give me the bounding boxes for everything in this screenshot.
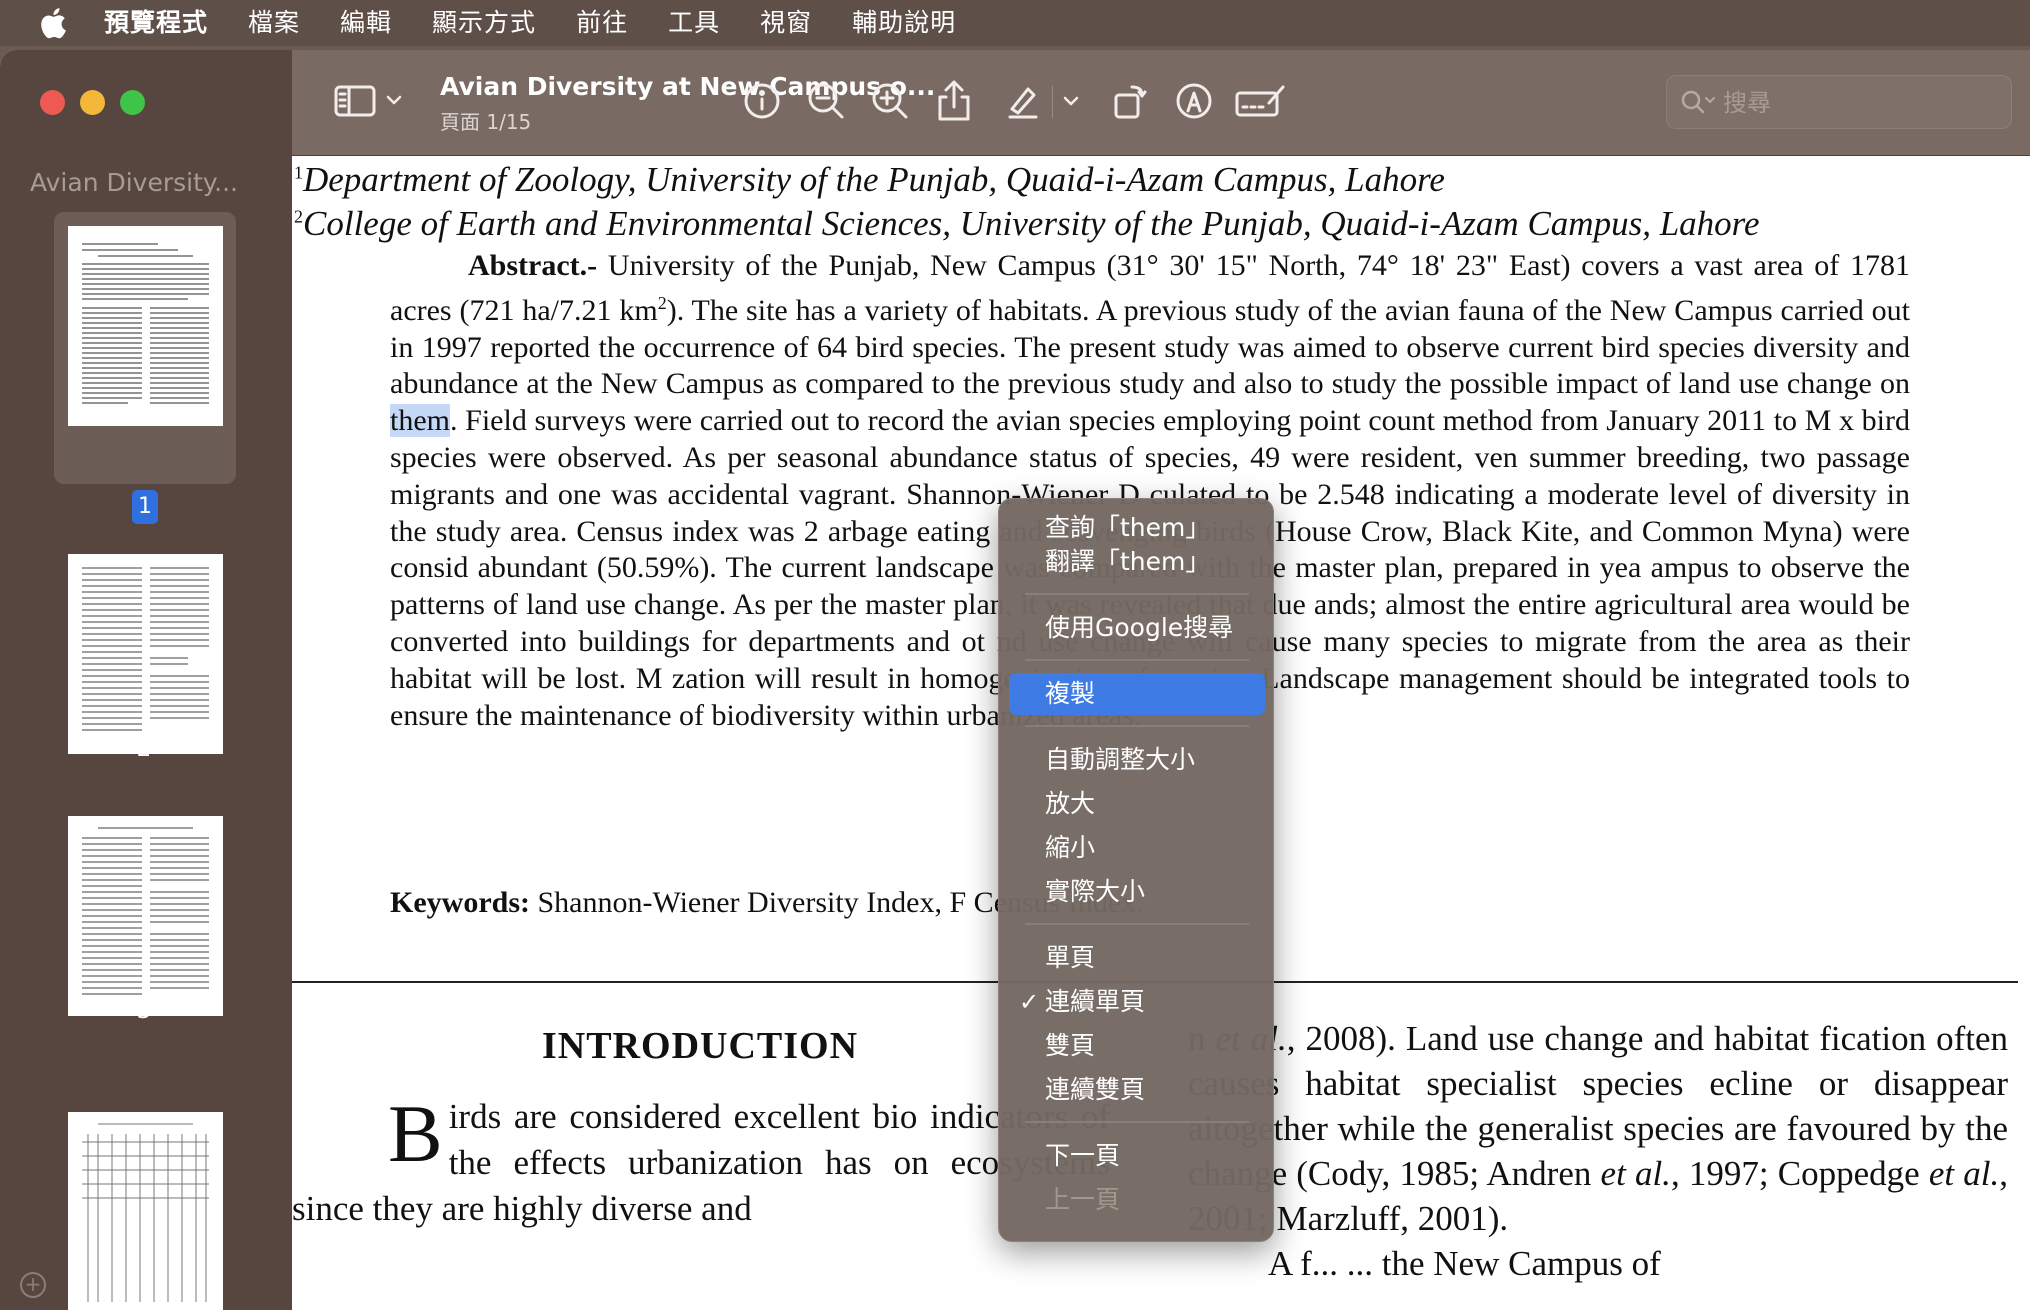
affiliation-text: College of Earth and Environmental Scien… <box>303 204 1760 243</box>
zoom-in-button[interactable] <box>868 78 912 124</box>
menu-separator <box>1025 659 1249 661</box>
page-number-label: 3 <box>136 998 152 1024</box>
thumbnail-sidebar: Avian Diversity... 1 2 3 + <box>0 50 292 1310</box>
right-column-text: n et al., 2008). Land use change and hab… <box>1188 1016 2008 1286</box>
menu-window[interactable]: 視窗 <box>760 0 812 46</box>
markup-menu-button[interactable] <box>1058 78 1084 124</box>
menu-item-zoom-in[interactable]: 放大 <box>1009 783 1265 825</box>
menu-separator <box>1025 725 1249 727</box>
markup-highlight-button[interactable] <box>1000 78 1044 124</box>
document-title: Avian Diversity at New Campus o... <box>440 72 936 101</box>
menu-separator <box>1025 1121 1249 1123</box>
page-thumbnail-image <box>68 1112 223 1310</box>
page-indicator: 頁面 1/15 <box>440 110 532 134</box>
info-icon <box>744 83 780 119</box>
window-minimize-button[interactable] <box>80 90 105 115</box>
page-number-label: 2 <box>136 736 152 762</box>
form-fill-button[interactable] <box>1232 78 1288 124</box>
menu-item-single-page[interactable]: 單頁 <box>1009 937 1265 979</box>
context-menu: 查詢「them」 翻譯「them」 使用Google搜尋 複製 自動調整大小 放… <box>998 498 1274 1242</box>
body-text: , 1997; Coppedge <box>1670 1154 1929 1193</box>
affiliation-mark: 2 <box>294 206 303 227</box>
toolbar-divider <box>1052 86 1053 118</box>
menu-item-previous-page: 上一頁 <box>1045 1185 1121 1214</box>
page-thumbnail-image <box>68 226 223 426</box>
rotate-button[interactable] <box>1108 78 1152 124</box>
menu-item-next-page[interactable]: 下一頁 <box>1009 1135 1265 1177</box>
introduction-heading: INTRODUCTION <box>542 1025 859 1067</box>
menu-view[interactable]: 顯示方式 <box>432 0 536 46</box>
menu-item-label: 連續單頁 <box>1045 987 1146 1016</box>
preview-window: Avian Diversity... 1 2 3 + Avian Diversi… <box>0 50 2030 1310</box>
menu-item-single-page-continuous[interactable]: ✓ 連續單頁 <box>1009 981 1265 1023</box>
zoom-out-icon <box>808 83 844 119</box>
menu-item-auto-size[interactable]: 自動調整大小 <box>1009 739 1265 781</box>
menu-tools[interactable]: 工具 <box>668 0 720 46</box>
toolbar: Avian Diversity at New Campus o... 頁面 1/… <box>292 50 2030 156</box>
sidebar-toggle-button[interactable] <box>332 78 408 124</box>
menu-item-zoom-out[interactable]: 縮小 <box>1009 827 1265 869</box>
citation-etal: et al. <box>1928 1154 2000 1193</box>
form-fill-icon <box>1235 85 1285 117</box>
citation-etal: et al. <box>1600 1154 1671 1193</box>
affiliation-2: 2College of Earth and Environmental Scie… <box>294 204 1760 244</box>
zoom-in-icon <box>872 83 908 119</box>
keywords-label: Keywords: <box>390 886 530 919</box>
info-button[interactable] <box>740 78 784 124</box>
sidebar-icon <box>334 85 402 117</box>
add-page-button[interactable]: + <box>20 1272 46 1298</box>
affiliation-text: Department of Zoology, University of the… <box>303 160 1445 199</box>
menu-item-actual-size[interactable]: 實際大小 <box>1009 871 1265 913</box>
affiliation-mark: 1 <box>294 162 303 183</box>
menu-item-two-pages-continuous[interactable]: 連續雙頁 <box>1009 1069 1265 1111</box>
affiliation-1: 1Department of Zoology, University of th… <box>294 160 1445 200</box>
menu-separator <box>1025 923 1249 925</box>
share-button[interactable] <box>932 78 976 124</box>
page-thumbnail-1[interactable] <box>54 212 236 484</box>
menu-item-search-google[interactable]: 使用Google搜尋 <box>1009 607 1265 649</box>
page-thumbnail-image <box>68 816 223 1016</box>
page-thumbnail-4[interactable] <box>54 1112 236 1310</box>
highlighter-icon <box>1008 87 1038 119</box>
share-icon <box>938 80 970 121</box>
window-zoom-button[interactable] <box>120 90 145 115</box>
search-icon <box>1681 90 1715 114</box>
menu-bar: 預覽程式 檔案 編輯 顯示方式 前往 工具 視窗 輔助說明 <box>0 0 2030 46</box>
window-close-button[interactable] <box>40 90 65 115</box>
menu-item-translate[interactable]: 翻譯「them」 <box>1009 541 1265 583</box>
markup-pen-icon <box>1176 83 1212 119</box>
body-text: A f... ... the New Campus of <box>1268 1244 1661 1283</box>
drop-cap: B <box>388 1088 443 1179</box>
zoom-out-button[interactable] <box>804 78 848 124</box>
menu-go[interactable]: 前往 <box>576 0 628 46</box>
menu-help[interactable]: 輔助說明 <box>852 0 956 46</box>
menu-file[interactable]: 檔案 <box>248 0 300 46</box>
menu-edit[interactable]: 編輯 <box>340 0 392 46</box>
menu-app-name[interactable]: 預覽程式 <box>104 0 208 46</box>
menu-item-copy[interactable]: 複製 <box>1009 673 1265 715</box>
page-thumbnail-image <box>68 554 223 754</box>
search-field[interactable] <box>1666 75 2012 129</box>
page-number-badge: 1 <box>132 490 158 524</box>
rotate-icon <box>1114 85 1147 119</box>
checkmark-icon: ✓ <box>1019 988 1040 1016</box>
chevron-down-icon <box>1063 96 1079 106</box>
search-input[interactable] <box>1723 86 1993 120</box>
menu-separator <box>1025 593 1249 595</box>
menu-item-two-pages[interactable]: 雙頁 <box>1009 1025 1265 1067</box>
superscript: 2 <box>657 292 667 313</box>
apple-icon[interactable] <box>0 0 104 46</box>
abstract-label: Abstract.- <box>468 249 598 282</box>
markup-button[interactable] <box>1172 78 1216 124</box>
selected-text[interactable]: them <box>390 404 450 438</box>
sidebar-document-title: Avian Diversity... <box>30 168 238 197</box>
left-column-text: Birds are considered excellent bio indic… <box>292 1088 1110 1232</box>
